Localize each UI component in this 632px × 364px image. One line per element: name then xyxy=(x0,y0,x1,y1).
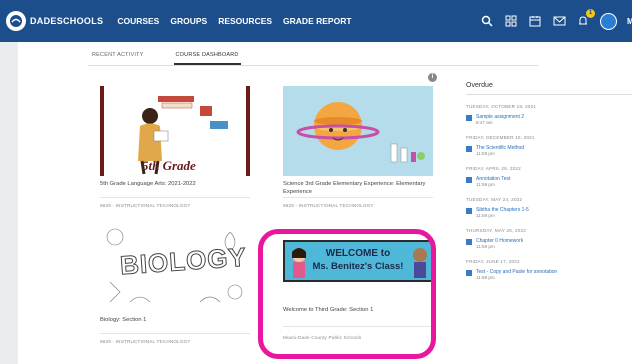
info-icon[interactable]: i xyxy=(428,73,437,82)
overdue-item[interactable]: Sample assignment 2 8:47 am xyxy=(466,114,632,126)
overdue-item[interactable]: Annotation Test 11:59 pm xyxy=(466,176,632,188)
course-image-science xyxy=(283,86,433,176)
overdue-item[interactable]: Chapter 0 Homework 11:59 pm xyxy=(466,238,632,250)
nav-courses[interactable]: COURSES xyxy=(117,16,159,26)
dadeschools-logo[interactable]: DADESCHOOLS xyxy=(6,11,103,31)
apps-grid-icon[interactable] xyxy=(504,14,518,28)
assignment-icon xyxy=(466,208,472,214)
course-card-biology[interactable]: BIOLOGY Biology: Section 1 9629 - INSTRU… xyxy=(100,222,250,344)
tab-divider xyxy=(88,65,538,66)
assignment-icon xyxy=(466,177,472,183)
card-divider xyxy=(100,197,250,198)
course-org: 9629 - INSTRUCTIONAL TECHNOLOGY xyxy=(100,203,191,208)
nav-groups[interactable]: GROUPS xyxy=(170,16,207,26)
top-navigation-bar: DADESCHOOLS COURSES GROUPS RESOURCES GRA… xyxy=(0,0,632,42)
overdue-date: FRIDAY, DECEMBER 10, 2021 xyxy=(466,135,535,140)
overdue-date: FRIDAY, APRIL 29, 2022 xyxy=(466,166,521,171)
assignment-icon xyxy=(466,115,472,121)
course-card-language-arts[interactable]: 5th Grade 5th Grade Language Arts: 2021-… xyxy=(100,86,250,208)
course-title[interactable]: Biology: Section 1 xyxy=(100,316,250,324)
course-org: 9629 - INSTRUCTIONAL TECHNOLOGY xyxy=(283,203,374,208)
overdue-title: Overdue xyxy=(466,82,632,95)
brand-name: DADESCHOOLS xyxy=(30,16,104,26)
notification-badge: 1 xyxy=(586,9,595,18)
overdue-item-time: 11:59 pm xyxy=(476,213,495,218)
overdue-item-time: 11:59 pm xyxy=(476,151,495,156)
user-avatar[interactable] xyxy=(600,12,617,30)
tab-course-dashboard[interactable]: COURSE DASHBOARD xyxy=(173,48,241,65)
mail-icon[interactable] xyxy=(552,14,566,28)
overdue-item[interactable]: The Scientific Method 11:59 pm xyxy=(466,145,632,157)
course-card-science[interactable]: Science 3rd Grade Elementary Experience:… xyxy=(283,86,433,208)
course-title[interactable]: 5th Grade Language Arts: 2021-2022 xyxy=(100,180,250,188)
course-image-caption: 5th Grade xyxy=(142,158,196,173)
overdue-item[interactable]: Sibtha the Chapters 1-5 11:59 pm xyxy=(466,207,632,219)
overdue-item-time: 8:47 am xyxy=(476,120,493,125)
notifications-icon[interactable]: 1 xyxy=(576,9,595,28)
overdue-date: TUESDAY, OCTOBER 19, 2021 xyxy=(466,104,537,109)
overdue-item[interactable]: Test - Copy and Paste for annotation 11:5… xyxy=(466,269,632,281)
nav-grade-report[interactable]: GRADE REPORT xyxy=(283,16,351,26)
course-org: 9629 - INSTRUCTIONAL TECHNOLOGY xyxy=(100,339,191,344)
user-initial[interactable]: M xyxy=(627,17,632,26)
search-icon[interactable] xyxy=(480,14,494,28)
assignment-icon xyxy=(466,270,472,276)
overdue-date: THURSDAY, MAY 26, 2022 xyxy=(466,228,526,233)
overdue-item-time: 11:59 pm xyxy=(476,244,495,249)
calendar-icon[interactable] xyxy=(528,14,542,28)
assignment-icon xyxy=(466,239,472,245)
card-divider xyxy=(100,333,250,334)
overdue-item-time: 11:59 pm xyxy=(476,182,495,187)
course-image-biology: BIOLOGY xyxy=(100,222,250,312)
course-title[interactable]: Science 3rd Grade Elementary Experience:… xyxy=(283,180,433,196)
tab-recent-activity[interactable]: RECENT ACTIVITY xyxy=(90,48,146,65)
overdue-item-time: 11:59 pm xyxy=(476,275,495,280)
overdue-panel: Overdue TUESDAY, OCTOBER 19, 2021 Sample… xyxy=(466,82,632,281)
overdue-date: FRIDAY, JUNE 17, 2022 xyxy=(466,259,520,264)
highlight-annotation xyxy=(258,229,436,359)
nav-resources[interactable]: RESOURCES xyxy=(218,16,272,26)
assignment-icon xyxy=(466,146,472,152)
logo-icon xyxy=(6,11,26,31)
course-image-language-arts: 5th Grade xyxy=(100,86,250,176)
card-divider xyxy=(283,197,433,198)
overdue-date: TUESDAY, MAY 24, 2022 xyxy=(466,197,523,202)
